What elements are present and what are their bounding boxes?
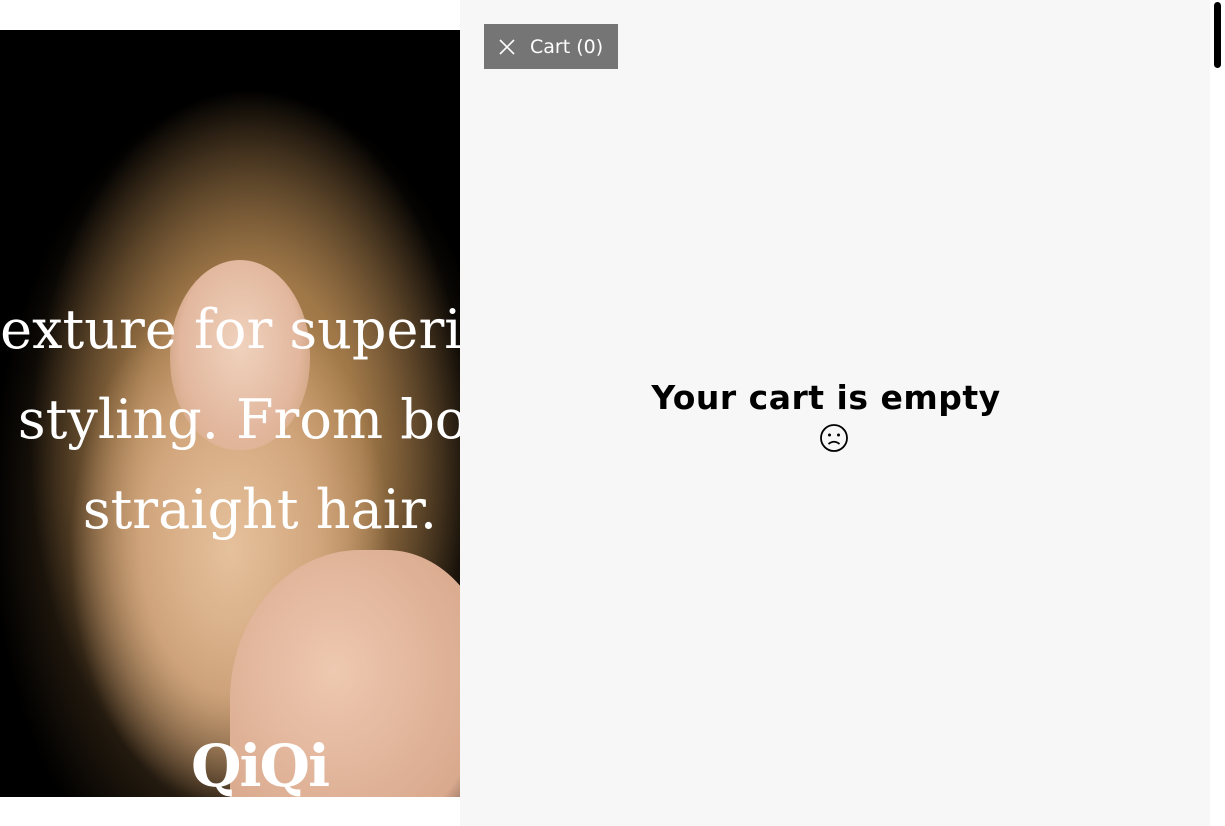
cart-label: Cart (0) — [530, 35, 604, 58]
hero-image: exture for superior styling. From bou st… — [0, 30, 460, 797]
hero-text-line: straight hair. — [82, 478, 438, 541]
brand-logo: QiQi — [191, 732, 330, 797]
sad-face-icon — [819, 423, 849, 457]
empty-cart-message: Your cart is empty — [651, 378, 1001, 417]
close-icon — [498, 38, 516, 56]
cart-drawer: Cart (0) Your cart is empty — [460, 0, 1210, 826]
close-cart-button[interactable]: Cart (0) — [484, 24, 619, 69]
scrollbar-thumb[interactable] — [1214, 2, 1221, 68]
page-scrollbar[interactable] — [1210, 0, 1225, 826]
empty-cart-state: Your cart is empty — [460, 378, 1210, 457]
hero-text: exture for superior styling. From bou st… — [0, 285, 460, 555]
hero-text-line: styling. From bou — [17, 388, 460, 451]
hero-text-line: exture for superior — [0, 298, 460, 361]
